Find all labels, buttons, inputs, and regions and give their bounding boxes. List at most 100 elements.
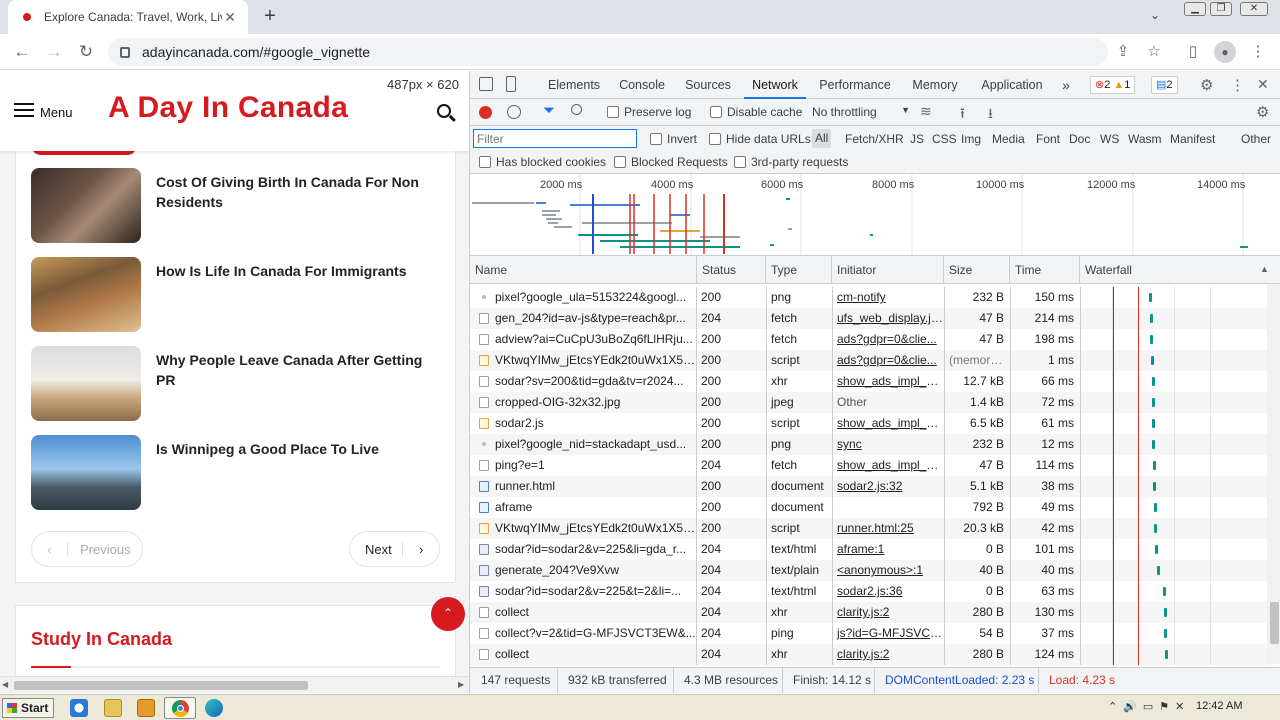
request-row[interactable]: generate_204?Ve9Xvw 204 text/plain <anonymo… bbox=[470, 560, 1270, 581]
profile-avatar[interactable]: ● bbox=[1214, 41, 1236, 63]
requests-vertical-scrollbar[interactable] bbox=[1267, 284, 1280, 664]
tab-elements[interactable]: Elements bbox=[542, 71, 606, 99]
tab-performance[interactable]: Performance bbox=[814, 71, 896, 99]
export-har-icon[interactable]: ⭳ bbox=[988, 103, 993, 127]
tab-console[interactable]: Console bbox=[612, 71, 672, 99]
type-filter-fetch-xhr[interactable]: Fetch/XHR bbox=[845, 132, 904, 146]
request-initiator[interactable]: sync bbox=[832, 434, 944, 455]
issues-counter[interactable]: ⊗2 ▲1 bbox=[1090, 76, 1136, 94]
filter-funnel-icon[interactable]: ⏷ bbox=[543, 102, 555, 119]
request-row[interactable]: VKtwqYIMw_jEtcsYEdk2t0uWx1X5n... 200 scrip… bbox=[470, 350, 1270, 371]
request-initiator[interactable]: aframe:1 bbox=[832, 539, 944, 560]
has-blocked-cookies-checkbox[interactable]: Has blocked cookies bbox=[479, 155, 606, 169]
request-row[interactable]: aframe 200 document 792 B 49 ms bbox=[470, 497, 1270, 518]
request-row[interactable]: pixel?google_ula=5153224&googl... 200 png c… bbox=[470, 287, 1270, 308]
post-title[interactable]: Why People Leave Canada After Getting PR bbox=[156, 350, 436, 390]
request-initiator[interactable]: clarity.js:2 bbox=[832, 602, 944, 623]
checkbox-icon[interactable] bbox=[734, 156, 746, 168]
post-thumbnail[interactable] bbox=[31, 435, 141, 510]
request-row[interactable]: collect 204 xhr clarity.js:2 280 B 130 ms bbox=[470, 602, 1270, 623]
post-thumbnail[interactable] bbox=[31, 168, 141, 243]
minimize-window-button[interactable]: ▁ bbox=[1184, 2, 1206, 16]
browser-tab[interactable]: Explore Canada: Travel, Work, Live, ✕ bbox=[8, 0, 248, 34]
devtools-menu-icon[interactable]: ⋮ bbox=[1230, 76, 1245, 94]
request-row[interactable]: ping?e=1 204 fetch show_ads_impl_w... 47 B 11… bbox=[470, 455, 1270, 476]
forward-arrow-icon[interactable]: → bbox=[42, 40, 66, 64]
tab-application[interactable]: Application bbox=[974, 71, 1050, 99]
site-logo[interactable]: A Day In Canada bbox=[108, 91, 348, 125]
request-row[interactable]: sodar?id=sodar2&v=225&t=2&li=... 204 text/… bbox=[470, 581, 1270, 602]
scrollbar-thumb[interactable] bbox=[14, 681, 308, 690]
checkbox-icon[interactable] bbox=[607, 106, 619, 118]
back-to-top-button[interactable]: ⌃ bbox=[431, 597, 465, 631]
reload-icon[interactable]: ↻ bbox=[74, 40, 98, 64]
restore-window-button[interactable]: ❐ bbox=[1210, 2, 1232, 16]
settings-gear-icon[interactable]: ⚙ bbox=[1200, 76, 1213, 94]
type-filter-img[interactable]: Img bbox=[961, 132, 981, 146]
hamburger-menu-icon[interactable] bbox=[14, 103, 34, 117]
import-har-icon[interactable]: ⭱ bbox=[960, 103, 965, 127]
column-header-size[interactable]: Size bbox=[944, 256, 1010, 284]
checkbox-icon[interactable] bbox=[479, 156, 491, 168]
disable-cache-checkbox[interactable]: Disable cache bbox=[710, 105, 802, 119]
close-devtools-icon[interactable]: ✕ bbox=[1257, 76, 1269, 93]
request-initiator[interactable]: ufs_web_display.js... bbox=[832, 308, 944, 329]
device-toolbar-icon[interactable] bbox=[506, 76, 516, 92]
menu-label[interactable]: Menu bbox=[40, 105, 73, 120]
request-initiator[interactable]: show_ads_impl_w... bbox=[832, 413, 944, 434]
request-initiator[interactable]: ads?gdpr=0&clie... bbox=[832, 329, 944, 350]
request-row[interactable]: runner.html 200 document sodar2.js:32 5.1 kB… bbox=[470, 476, 1270, 497]
side-panel-icon[interactable]: ▯ bbox=[1182, 42, 1204, 60]
close-tab-icon[interactable]: ✕ bbox=[222, 9, 238, 26]
network-overview-timeline[interactable]: 2000 ms 4000 ms 6000 ms 8000 ms 10000 ms… bbox=[470, 174, 1280, 256]
type-filter-manifest[interactable]: Manifest bbox=[1170, 132, 1215, 146]
new-tab-button[interactable]: + bbox=[258, 6, 282, 28]
checkbox-icon[interactable] bbox=[709, 133, 721, 145]
post-title[interactable]: How Is Life In Canada For Immigrants bbox=[156, 261, 436, 281]
request-row[interactable]: collect?v=2&tid=G-MFJSVCT3EW&... 204 ping j… bbox=[470, 623, 1270, 644]
tab-search-chevron-icon[interactable]: ⌄ bbox=[1150, 8, 1160, 22]
scrollbar-thumb[interactable] bbox=[1270, 602, 1279, 644]
request-row[interactable]: cropped-OIG-32x32.jpg 200 jpeg Other 1.4 kB 7… bbox=[470, 392, 1270, 413]
request-initiator[interactable]: js?id=G-MFJSVCT... bbox=[832, 623, 944, 644]
scroll-right-icon[interactable]: ▶ bbox=[458, 680, 464, 689]
third-party-requests-checkbox[interactable]: 3rd-party requests bbox=[734, 155, 848, 169]
request-initiator[interactable]: runner.html:25 bbox=[832, 518, 944, 539]
sort-ascending-icon[interactable]: ▲ bbox=[1260, 264, 1269, 274]
type-filter-css[interactable]: CSS bbox=[932, 132, 957, 146]
post-item[interactable]: Cost Of Giving Birth In Canada For Non R… bbox=[31, 168, 441, 244]
type-filter-js[interactable]: JS bbox=[910, 132, 924, 146]
search-icon[interactable] bbox=[571, 104, 582, 115]
type-filter-font[interactable]: Font bbox=[1036, 132, 1060, 146]
column-header-type[interactable]: Type bbox=[766, 256, 832, 284]
post-item[interactable]: Why People Leave Canada After Getting PR bbox=[31, 346, 441, 422]
bookmark-star-icon[interactable]: ☆ bbox=[1143, 42, 1165, 60]
media-player-icon[interactable] bbox=[137, 699, 155, 717]
filter-input[interactable] bbox=[473, 129, 637, 148]
post-item[interactable]: How Is Life In Canada For Immigrants bbox=[31, 257, 441, 333]
search-icon[interactable] bbox=[437, 104, 451, 118]
column-header-initiator[interactable]: Initiator bbox=[832, 256, 944, 284]
tab-memory[interactable]: Memory bbox=[904, 71, 966, 99]
throttling-select[interactable]: No throttling ▼ bbox=[812, 105, 910, 119]
request-initiator[interactable]: sodar2.js:36 bbox=[832, 581, 944, 602]
tab-network[interactable]: Network bbox=[744, 71, 806, 99]
previous-page-button[interactable]: ‹ Previous bbox=[31, 531, 143, 567]
back-arrow-icon[interactable]: ← bbox=[10, 40, 34, 64]
type-filter-all[interactable]: All bbox=[812, 129, 832, 148]
browser-menu-icon[interactable]: ⋮ bbox=[1247, 42, 1269, 60]
post-thumbnail[interactable] bbox=[31, 346, 141, 421]
blocked-requests-checkbox[interactable]: Blocked Requests bbox=[614, 155, 728, 169]
request-row[interactable]: VKtwqYIMw_jEtcsYEdk2t0uWx1X5n... 200 scrip… bbox=[470, 518, 1270, 539]
close-window-button[interactable]: ✕ bbox=[1240, 2, 1268, 16]
record-icon[interactable] bbox=[479, 106, 492, 119]
post-thumbnail[interactable] bbox=[31, 257, 141, 332]
request-initiator[interactable]: show_ads_impl_w... bbox=[832, 371, 944, 392]
column-header-status[interactable]: Status bbox=[697, 256, 766, 284]
scroll-left-icon[interactable]: ◀ bbox=[2, 680, 8, 689]
column-header-waterfall[interactable]: Waterfall bbox=[1080, 256, 1280, 284]
request-row[interactable]: sodar2.js 200 script show_ads_impl_w... 6.5 … bbox=[470, 413, 1270, 434]
edge-icon[interactable] bbox=[205, 699, 223, 717]
column-header-name[interactable]: Name bbox=[470, 256, 697, 284]
more-tabs-icon[interactable]: » bbox=[1058, 71, 1074, 99]
